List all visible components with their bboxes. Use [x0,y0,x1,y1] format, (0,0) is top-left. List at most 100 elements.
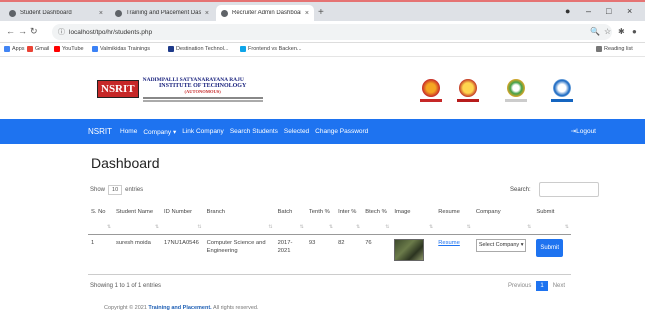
forward-icon[interactable]: → [18,26,27,36]
cell-branch: Computer Science and Engineering [203,234,275,275]
footer: Copyright © 2021 Training and Placement.… [104,305,259,311]
col-submit[interactable]: Submit ⇅ [533,206,571,235]
navbar-brand[interactable]: NSRIT [88,127,112,136]
sort-icon: ⇅ [268,224,273,230]
accreditation-emblem [457,79,479,105]
close-icon[interactable]: × [305,10,309,17]
col-branch[interactable]: Branch ⇅ [203,206,275,235]
logout-button[interactable]: ⇥Logout [571,127,596,135]
browser-tab[interactable]: Student Dashboard × [4,5,108,21]
minimize-icon[interactable]: – [586,6,591,16]
cell-id-number: 17NU1A0546 [161,234,204,275]
student-photo[interactable] [394,238,425,261]
browser-tab-active[interactable]: Recruiter Admin Dashboard × [216,5,314,21]
cell-resume: Resume [435,234,473,275]
sort-icon: ⇅ [429,224,434,230]
students-table: S. No ⇅ Student Name ⇅ ID Number ⇅ Branch ⇅ … [88,206,571,275]
sort-icon: ⇅ [564,224,569,230]
company-select[interactable]: Select Company ▾ [475,238,527,253]
previous-page-button[interactable]: Previous [508,283,531,289]
main-navbar: NSRIT Home Company ▾ Link Company Search… [0,119,645,144]
col-student-name[interactable]: Student Name ⇅ [113,206,162,235]
col-tenth[interactable]: Tenth % ⇅ [305,206,336,235]
bookmark-frontend[interactable]: Frontend vs Backen... [240,46,302,52]
reload-icon[interactable]: ↻ [30,26,38,37]
accreditation-emblem [505,79,527,105]
emblem-caption [457,99,479,102]
zoom-icon[interactable]: 🔍 [590,27,600,36]
caret-down-icon: ▾ [520,241,524,248]
reading-list[interactable]: Reading list [596,46,633,52]
submit-button[interactable]: Submit [536,238,564,257]
account-icon[interactable]: ● [565,6,570,16]
close-icon[interactable]: × [99,10,103,17]
table-search: Search: [510,182,599,197]
maximize-icon[interactable]: □ [606,6,611,16]
resume-link[interactable]: Resume [438,240,460,246]
url-field[interactable]: ⓘ localhost/tpo/hr/students.php [52,24,612,40]
profile-icon[interactable]: ● [632,27,637,36]
reading-list-icon [596,46,602,52]
bookmark-icon [168,46,174,52]
entries-select[interactable]: 10 [108,185,123,195]
cell-company: Select Company ▾ [472,234,534,275]
col-id-number[interactable]: ID Number ⇅ [161,206,204,235]
nav-home[interactable]: Home [120,128,137,135]
nav-company-dropdown[interactable]: Company ▾ [143,128,176,136]
gmail-icon [27,46,33,52]
emblem-icon [422,79,440,97]
bookmark-gmail[interactable]: Gmail [27,46,49,52]
bookmark-destination[interactable]: Destination Technol... [168,46,229,52]
accreditation-emblem [420,79,442,105]
footer-link[interactable]: Training and Placement. [148,305,211,311]
info-icon: ⓘ [58,29,65,36]
bookmark-icon [240,46,246,52]
cell-batch: 2017-2021 [274,234,306,275]
nav-link-company[interactable]: Link Company [182,128,224,135]
cell-btech: 76 [362,234,392,275]
sort-icon: ⇅ [154,224,160,230]
browser-tab[interactable]: Training and Placement Dashbo... × [110,5,214,21]
showing-entries-text: Showing 1 to 1 of 1 entries [90,283,162,289]
sort-icon: ⇅ [197,224,202,230]
extensions-icon[interactable]: ✱ [618,27,625,36]
col-btech[interactable]: Btech % ⇅ [362,206,392,235]
col-batch[interactable]: Batch ⇅ [274,206,306,235]
emblem-caption [551,99,573,102]
college-logo[interactable]: NSRIT NADIMPALLI SATYANARAYANA RAJU INST… [97,77,263,102]
emblem-icon [553,79,571,97]
address-bar: ← → ↻ ⓘ localhost/tpo/hr/students.php 🔍 … [0,21,645,43]
page-1-button[interactable]: 1 [536,281,548,291]
nav-selected[interactable]: Selected [284,128,309,135]
bookmark-trainings[interactable]: Valmikidas Trainings [92,46,150,52]
accreditation-emblem [551,79,573,105]
site-header: NSRIT NADIMPALLI SATYANARAYANA RAJU INST… [0,57,645,119]
search-input[interactable] [538,182,599,197]
col-sno[interactable]: S. No ⇅ [88,206,114,235]
col-company[interactable]: Company ⇅ [472,206,534,235]
bookmark-icon [92,46,98,52]
col-resume[interactable]: Resume ⇅ [435,206,473,235]
bookmark-apps[interactable]: Apps [4,46,25,52]
nav-search-students[interactable]: Search Students [230,128,278,135]
col-image[interactable]: Image ⇅ [391,206,436,235]
globe-icon [221,9,228,17]
back-icon[interactable]: ← [6,26,15,36]
star-icon[interactable]: ☆ [604,27,611,36]
show-entries-control: Show 10 entries [90,185,144,195]
nav-change-password[interactable]: Change Password [315,128,368,135]
sort-icon: ⇅ [328,224,334,230]
close-icon[interactable]: × [205,10,209,17]
new-tab-icon[interactable]: + [318,7,324,18]
youtube-icon [54,46,60,52]
globe-icon [9,9,16,17]
close-window-icon[interactable]: × [627,6,632,16]
next-page-button[interactable]: Next [553,283,565,289]
cell-inter: 82 [335,234,363,275]
bookmark-youtube[interactable]: YouTube [54,46,84,52]
cell-image [391,234,436,275]
address-line [142,99,263,102]
emblem-icon [507,79,525,97]
col-inter[interactable]: Inter % ⇅ [335,206,363,235]
globe-icon [115,9,122,17]
